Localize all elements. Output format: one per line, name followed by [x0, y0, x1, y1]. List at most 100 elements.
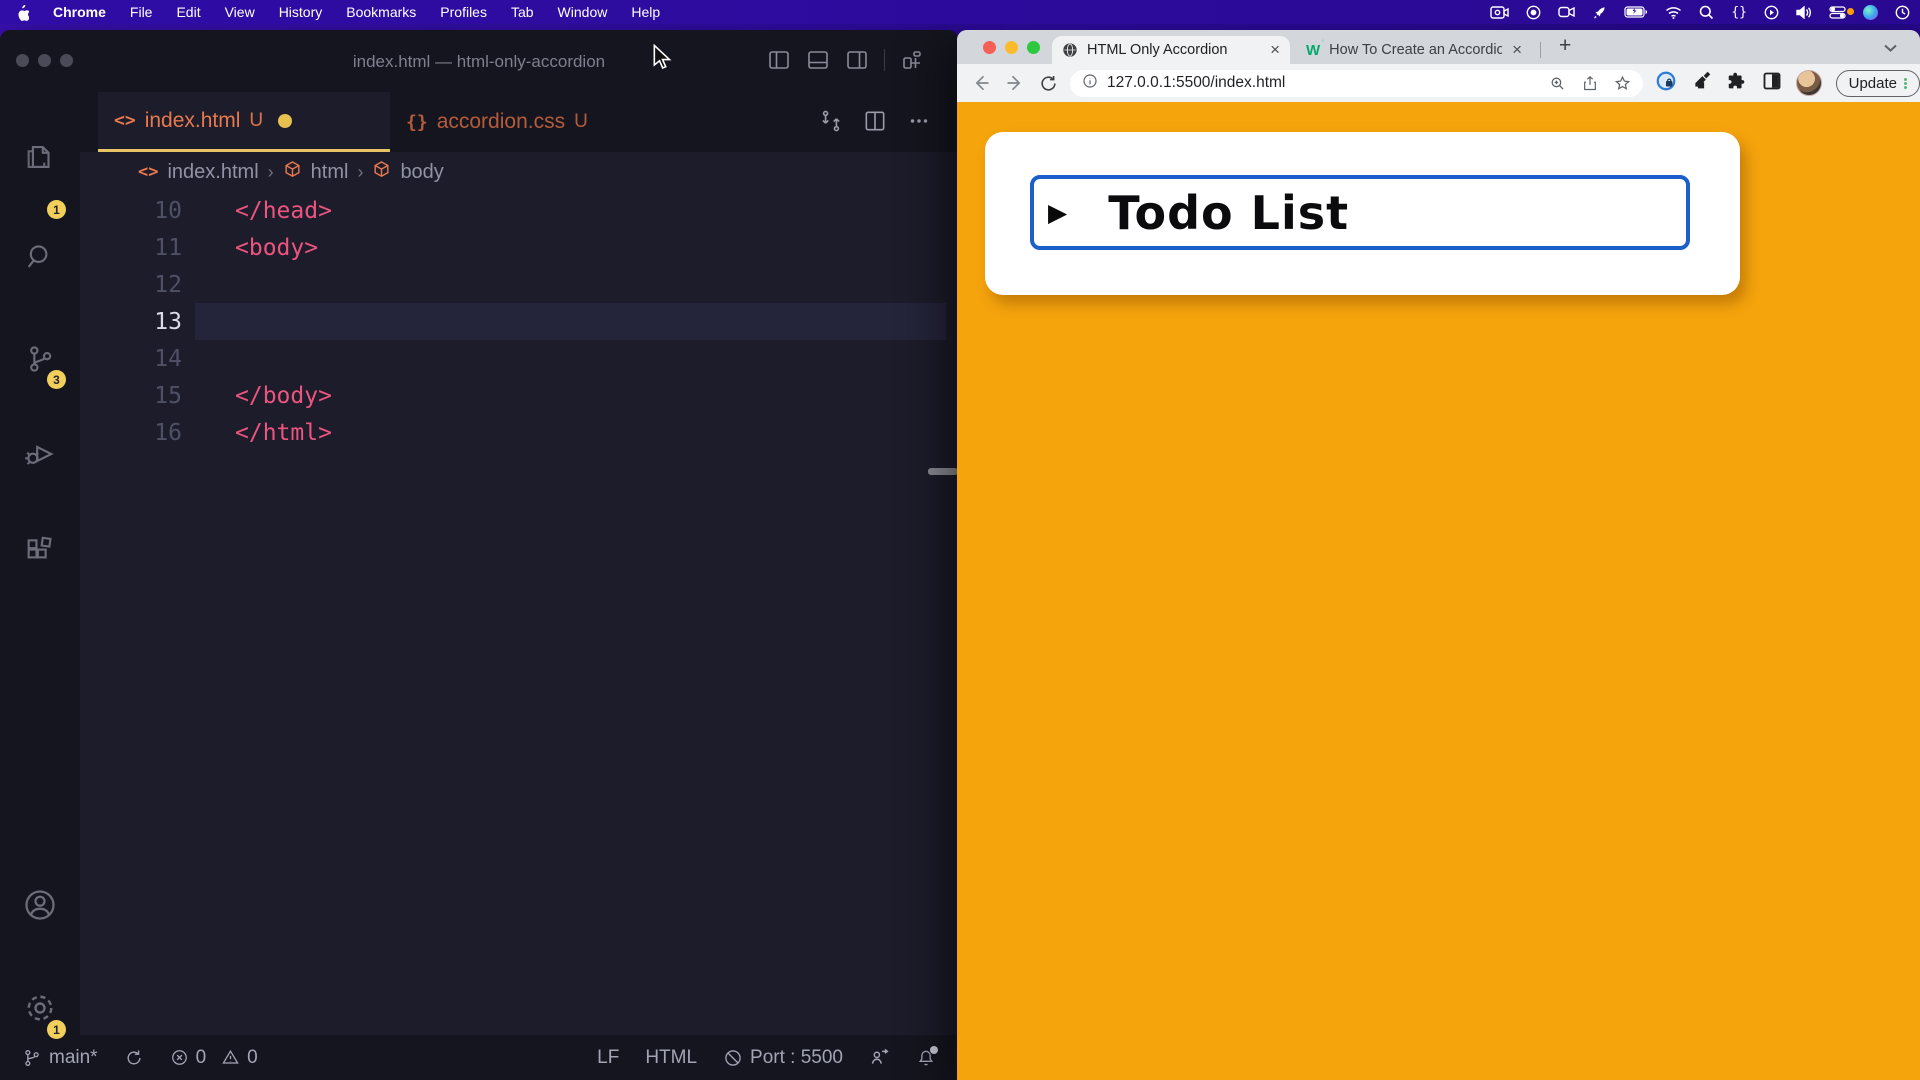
tab-label: accordion.css: [437, 110, 565, 134]
back-icon[interactable]: [971, 73, 991, 93]
screen-record-icon[interactable]: [1490, 0, 1509, 24]
vscode-window: index.html — html-only-accordion 1: [0, 30, 958, 1080]
menubar-status-icons: {}: [1490, 0, 1920, 24]
menu-tab[interactable]: Tab: [499, 0, 546, 24]
more-actions-icon[interactable]: [906, 108, 932, 139]
port-label: Port : 5500: [750, 1047, 843, 1069]
clock-icon[interactable]: [1895, 0, 1910, 24]
bookmark-star-icon[interactable]: [1614, 75, 1631, 92]
siri-icon[interactable]: [1863, 0, 1878, 24]
close-window-button[interactable]: [983, 41, 996, 54]
code-braces-icon[interactable]: {}: [1731, 0, 1747, 24]
git-branch-item[interactable]: main*: [22, 1047, 98, 1069]
toggle-sidebar-icon[interactable]: [767, 48, 791, 72]
settings-gear-icon[interactable]: [0, 990, 80, 1026]
minimize-window-button[interactable]: [1005, 41, 1018, 54]
vscode-titlebar[interactable]: index.html — html-only-accordion: [0, 30, 958, 92]
modified-indicator: U: [249, 110, 263, 132]
customize-layout-icon[interactable]: [900, 48, 924, 72]
battery-icon[interactable]: [1624, 0, 1648, 24]
close-tab-icon[interactable]: ×: [1502, 40, 1522, 60]
profile-avatar[interactable]: [1796, 70, 1822, 96]
rocket-icon[interactable]: [1592, 0, 1607, 24]
accounts-icon[interactable]: [0, 887, 80, 923]
code-line[interactable]: 12: [80, 266, 958, 303]
breadcrumb-node-html[interactable]: html: [311, 161, 349, 184]
feedback-icon[interactable]: [869, 1047, 890, 1068]
accordion-summary[interactable]: ▶ Todo List: [1030, 175, 1690, 250]
menu-help[interactable]: Help: [619, 0, 672, 24]
site-info-icon[interactable]: [1082, 73, 1098, 94]
code-line[interactable]: 16 </html>: [80, 414, 958, 451]
tab-title: How To Create an Accordion: [1329, 42, 1502, 58]
code-line[interactable]: 11 <body>: [80, 229, 958, 266]
menu-view[interactable]: View: [213, 0, 267, 24]
toggle-panel-icon[interactable]: [806, 48, 830, 72]
language-mode[interactable]: HTML: [645, 1047, 697, 1069]
code-line[interactable]: 15 </body>: [80, 377, 958, 414]
play-circle-icon[interactable]: [1764, 0, 1779, 24]
breadcrumb-file[interactable]: index.html: [167, 161, 258, 184]
reload-icon[interactable]: [1039, 74, 1058, 93]
color-picker-extension-icon[interactable]: [1691, 70, 1712, 96]
open-changes-icon[interactable]: [818, 108, 844, 139]
url-text[interactable]: 127.0.0.1:5500/index.html: [1107, 74, 1285, 92]
wifi-icon[interactable]: [1665, 0, 1682, 24]
new-tab-button[interactable]: +: [1553, 34, 1577, 58]
menu-file[interactable]: File: [118, 0, 165, 24]
explorer-badge: 1: [47, 200, 66, 219]
accordion-title: Todo List: [1108, 186, 1349, 240]
notifications-bell-icon[interactable]: [916, 1048, 936, 1068]
volume-icon[interactable]: [1796, 0, 1812, 24]
zoom-window-button[interactable]: [1027, 41, 1040, 54]
tab-accordion-css[interactable]: {} accordion.css U: [390, 92, 672, 152]
forward-icon[interactable]: [1005, 73, 1025, 93]
tab-search-chevron-icon[interactable]: [1883, 40, 1898, 58]
menu-chrome[interactable]: Chrome: [41, 0, 118, 24]
menu-edit[interactable]: Edit: [164, 0, 212, 24]
code-line-current[interactable]: 13: [80, 303, 958, 340]
problems-item[interactable]: 0 0: [170, 1047, 258, 1069]
settings-badge: 1: [47, 1020, 66, 1039]
extensions-puzzle-icon[interactable]: [1726, 70, 1748, 97]
dark-mode-extension-icon[interactable]: [1762, 71, 1782, 96]
run-debug-icon[interactable]: [0, 437, 80, 471]
breadcrumb-node-body[interactable]: body: [400, 161, 443, 184]
menu-profiles[interactable]: Profiles: [428, 0, 499, 24]
source-control-icon[interactable]: [0, 342, 80, 376]
unsaved-dot-icon[interactable]: [278, 114, 292, 128]
search-icon[interactable]: [0, 240, 80, 274]
split-editor-icon[interactable]: [862, 108, 888, 139]
code-line[interactable]: 10 </head>: [80, 192, 958, 229]
code-editor[interactable]: 10 </head> 11 <body> 12 13 14 15 </body>…: [80, 192, 958, 1035]
menu-bookmarks[interactable]: Bookmarks: [334, 0, 428, 24]
share-icon[interactable]: [1582, 75, 1598, 92]
scrollbar-handle[interactable]: [928, 468, 958, 475]
menu-window[interactable]: Window: [546, 0, 620, 24]
menu-history[interactable]: History: [267, 0, 335, 24]
spotlight-search-icon[interactable]: [1699, 0, 1714, 24]
sync-icon[interactable]: [124, 1048, 144, 1068]
w3schools-icon: W’: [1306, 42, 1320, 59]
html-file-icon: <>: [138, 162, 158, 182]
apple-icon[interactable]: [14, 4, 29, 21]
video-camera-icon[interactable]: [1558, 0, 1575, 24]
zoom-icon[interactable]: [1549, 75, 1566, 92]
password-manager-extension-icon[interactable]: [1655, 70, 1677, 97]
code-line[interactable]: 14: [80, 340, 958, 377]
tab-how-to-create-accordion[interactable]: W’ How To Create an Accordion ×: [1296, 36, 1532, 64]
tab-html-only-accordion[interactable]: HTML Only Accordion ×: [1052, 36, 1290, 64]
extensions-icon[interactable]: [0, 534, 80, 568]
address-bar[interactable]: 127.0.0.1:5500/index.html: [1070, 70, 1643, 97]
live-server-port[interactable]: Port : 5500: [723, 1047, 843, 1069]
close-tab-icon[interactable]: ×: [1260, 40, 1280, 60]
toggle-secondary-sidebar-icon[interactable]: [845, 48, 869, 72]
explorer-icon[interactable]: [0, 140, 80, 174]
details-marker-icon[interactable]: ▶: [1048, 198, 1067, 227]
globe-icon: [1062, 42, 1078, 58]
eol-indicator[interactable]: LF: [597, 1047, 619, 1069]
update-button[interactable]: Update: [1836, 70, 1920, 97]
control-center-icon[interactable]: [1829, 0, 1846, 24]
record-circle-icon[interactable]: [1526, 0, 1541, 24]
tab-index-html[interactable]: <> index.html U: [98, 92, 390, 152]
